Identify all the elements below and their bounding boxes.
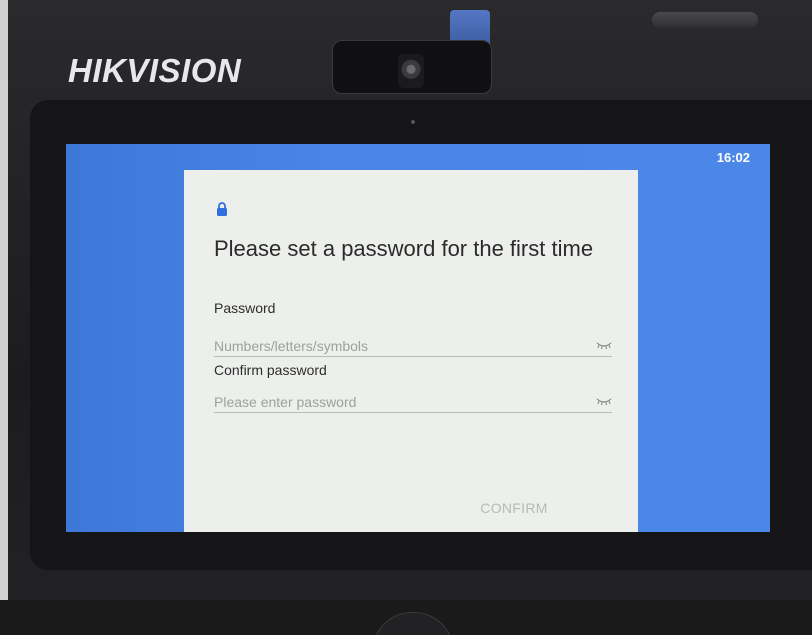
confirm-password-label: Confirm password (214, 362, 327, 378)
eye-closed-icon[interactable] (596, 396, 612, 406)
password-input[interactable] (214, 336, 612, 357)
light-sensor (411, 120, 415, 124)
brand-logo: HIKVISION (68, 52, 242, 89)
set-password-dialog: Please set a password for the first time… (184, 170, 638, 532)
lock-icon (217, 202, 227, 216)
camera-lens (398, 54, 424, 88)
door-station-device: HIKVISION 16:02 Please set a password fo… (0, 0, 812, 635)
password-label: Password (214, 300, 276, 316)
eye-closed-icon[interactable] (596, 340, 612, 350)
touch-screen: 16:02 Please set a password for the firs… (66, 144, 770, 532)
wall (0, 0, 8, 635)
confirm-button[interactable]: CONFIRM (464, 496, 564, 520)
dialog-title: Please set a password for the first time (214, 236, 594, 261)
confirm-password-input[interactable] (214, 392, 612, 413)
speaker-grille (652, 12, 758, 28)
status-time: 16:02 (716, 150, 750, 165)
